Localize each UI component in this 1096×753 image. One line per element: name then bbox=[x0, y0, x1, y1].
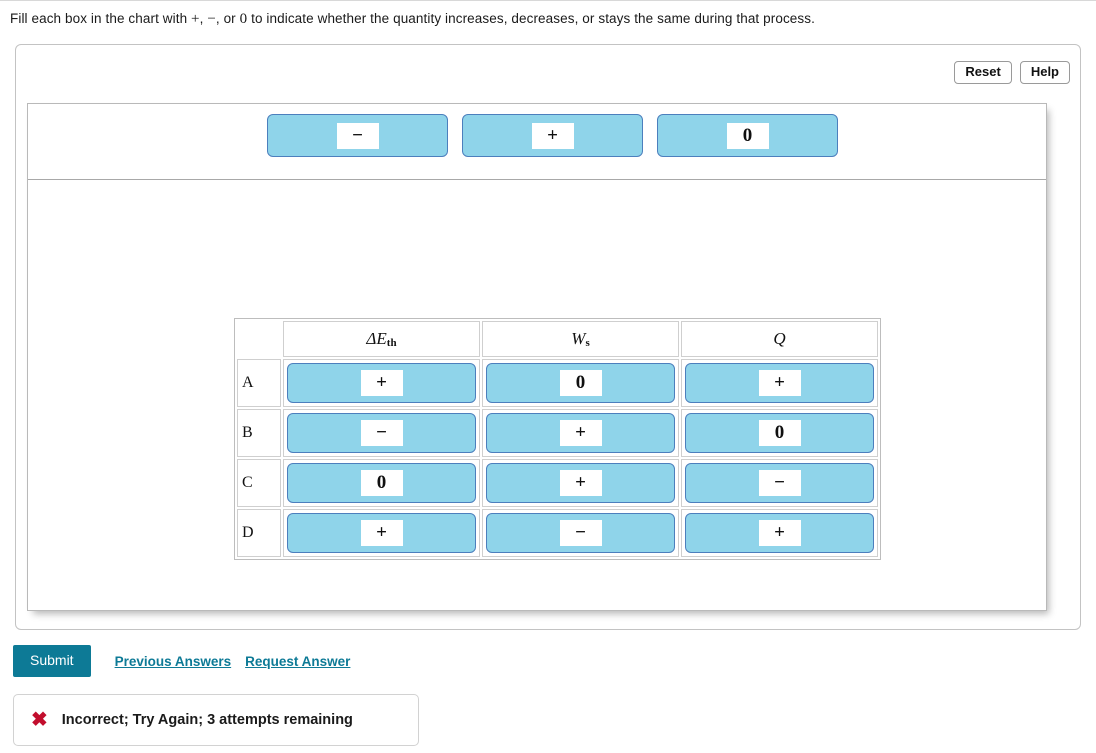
prompt-symbol-plus: + bbox=[191, 11, 200, 27]
column-header-ws-sub: s bbox=[585, 337, 590, 349]
bank-tile-zero-label: 0 bbox=[726, 122, 769, 149]
cell-c-delta-eth[interactable]: 0 bbox=[283, 459, 480, 507]
placed-tile-a-q[interactable]: + bbox=[685, 363, 874, 403]
table-row: B − + 0 bbox=[237, 409, 878, 457]
placed-tile-a-ws[interactable]: 0 bbox=[486, 363, 675, 403]
previous-answers-link[interactable]: Previous Answers bbox=[115, 654, 232, 669]
exercise-toolbar: Reset Help bbox=[954, 61, 1070, 84]
placed-tile-c-delta-eth-label: 0 bbox=[360, 470, 403, 496]
placed-tile-d-q[interactable]: + bbox=[685, 513, 874, 553]
placed-tile-d-ws[interactable]: − bbox=[486, 513, 675, 553]
exercise-container: Reset Help − + 0 ΔEth Ws Q A + 0 + B − +… bbox=[15, 44, 1081, 630]
placed-tile-d-q-label: + bbox=[758, 520, 801, 546]
cell-d-ws[interactable]: − bbox=[482, 509, 679, 557]
chart-table-wrapper: ΔEth Ws Q A + 0 + B − + 0 C 0 + − D + − … bbox=[234, 318, 881, 560]
prompt-symbol-minus: − bbox=[207, 11, 216, 27]
answer-bank-strip: − + 0 bbox=[28, 104, 1046, 180]
column-header-q: Q bbox=[681, 321, 878, 357]
drag-drop-canvas: − + 0 ΔEth Ws Q A + 0 + B − + 0 C 0 + − … bbox=[27, 103, 1047, 611]
prompt-text-before: Fill each box in the chart with bbox=[10, 11, 192, 26]
placed-tile-a-ws-label: 0 bbox=[559, 370, 602, 396]
placed-tile-c-ws-label: + bbox=[559, 470, 602, 496]
placed-tile-b-delta-eth[interactable]: − bbox=[287, 413, 476, 453]
column-header-q-symbol: Q bbox=[773, 329, 786, 348]
answer-bank: − + 0 bbox=[267, 114, 838, 157]
placed-tile-b-q-label: 0 bbox=[758, 420, 801, 446]
submit-button[interactable]: Submit bbox=[13, 645, 91, 677]
row-label-a: A bbox=[237, 359, 281, 407]
feedback-banner: ✖ Incorrect; Try Again; 3 attempts remai… bbox=[13, 694, 419, 746]
bank-tile-minus-label: − bbox=[336, 122, 379, 149]
cell-a-q[interactable]: + bbox=[681, 359, 878, 407]
prompt-text-mid2: , or bbox=[215, 11, 240, 26]
bank-tile-plus-label: + bbox=[531, 122, 574, 149]
placed-tile-d-delta-eth[interactable]: + bbox=[287, 513, 476, 553]
table-row: C 0 + − bbox=[237, 459, 878, 507]
bank-tile-minus[interactable]: − bbox=[267, 114, 448, 157]
placed-tile-a-delta-eth[interactable]: + bbox=[287, 363, 476, 403]
cell-c-q[interactable]: − bbox=[681, 459, 878, 507]
placed-tile-b-delta-eth-label: − bbox=[360, 420, 403, 446]
placed-tile-a-q-label: + bbox=[758, 370, 801, 396]
placed-tile-c-q-label: − bbox=[758, 470, 801, 496]
cell-b-ws[interactable]: + bbox=[482, 409, 679, 457]
column-header-delta-eth: ΔEth bbox=[283, 321, 480, 357]
prompt-text-after: to indicate whether the quantity increas… bbox=[247, 11, 815, 26]
column-header-delta-eth-symbol: ΔE bbox=[366, 329, 387, 348]
top-divider bbox=[0, 0, 1096, 1]
table-row: A + 0 + bbox=[237, 359, 878, 407]
cell-a-delta-eth[interactable]: + bbox=[283, 359, 480, 407]
action-bar: Submit Previous Answers Request Answer bbox=[13, 645, 350, 677]
table-row: D + − + bbox=[237, 509, 878, 557]
chart-header-row: ΔEth Ws Q bbox=[237, 321, 878, 357]
row-label-d: D bbox=[237, 509, 281, 557]
placed-tile-c-ws[interactable]: + bbox=[486, 463, 675, 503]
row-label-b: B bbox=[237, 409, 281, 457]
placed-tile-a-delta-eth-label: + bbox=[360, 370, 403, 396]
cell-b-q[interactable]: 0 bbox=[681, 409, 878, 457]
placed-tile-b-q[interactable]: 0 bbox=[685, 413, 874, 453]
request-answer-link[interactable]: Request Answer bbox=[245, 654, 350, 669]
cell-a-ws[interactable]: 0 bbox=[482, 359, 679, 407]
placed-tile-c-delta-eth[interactable]: 0 bbox=[287, 463, 476, 503]
placed-tile-d-delta-eth-label: + bbox=[360, 520, 403, 546]
cell-d-delta-eth[interactable]: + bbox=[283, 509, 480, 557]
placed-tile-c-q[interactable]: − bbox=[685, 463, 874, 503]
column-header-ws: Ws bbox=[482, 321, 679, 357]
question-prompt: Fill each box in the chart with +, −, or… bbox=[10, 11, 815, 28]
feedback-message: Incorrect; Try Again; 3 attempts remaini… bbox=[61, 712, 353, 728]
column-header-delta-eth-sub: th bbox=[386, 337, 397, 349]
placed-tile-b-ws[interactable]: + bbox=[486, 413, 675, 453]
exercise-page: Fill each box in the chart with +, −, or… bbox=[0, 0, 1096, 753]
cell-b-delta-eth[interactable]: − bbox=[283, 409, 480, 457]
cell-d-q[interactable]: + bbox=[681, 509, 878, 557]
placed-tile-b-ws-label: + bbox=[559, 420, 602, 446]
placed-tile-d-ws-label: − bbox=[559, 520, 602, 546]
reset-button[interactable]: Reset bbox=[954, 61, 1012, 84]
help-button[interactable]: Help bbox=[1019, 61, 1070, 84]
chart-corner-cell bbox=[237, 321, 281, 357]
row-label-c: C bbox=[237, 459, 281, 507]
cell-c-ws[interactable]: + bbox=[482, 459, 679, 507]
column-header-ws-symbol: W bbox=[571, 329, 586, 348]
bank-tile-plus[interactable]: + bbox=[462, 114, 643, 157]
bank-tile-zero[interactable]: 0 bbox=[657, 114, 838, 157]
chart-table: ΔEth Ws Q A + 0 + B − + 0 C 0 + − D + − … bbox=[234, 318, 881, 560]
cross-icon: ✖ bbox=[31, 709, 48, 731]
